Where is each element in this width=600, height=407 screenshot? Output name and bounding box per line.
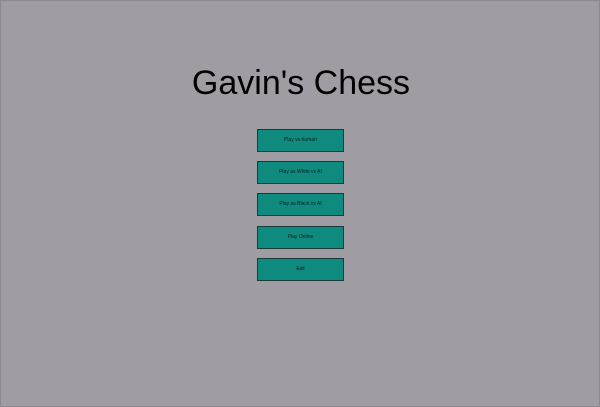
game-title: Gavin's Chess: [191, 64, 411, 102]
play-online-button[interactable]: Play Online: [257, 226, 344, 249]
play-vs-human-button[interactable]: Play vs human: [257, 129, 344, 152]
exit-button[interactable]: Exit: [257, 258, 344, 281]
play-as-black-vs-ai-button[interactable]: Play as Black vs AI: [257, 193, 344, 216]
main-menu-screen: Gavin's Chess Play vs human Play as Whit…: [0, 0, 600, 407]
play-as-white-vs-ai-button[interactable]: Play as White vs AI: [257, 161, 344, 184]
